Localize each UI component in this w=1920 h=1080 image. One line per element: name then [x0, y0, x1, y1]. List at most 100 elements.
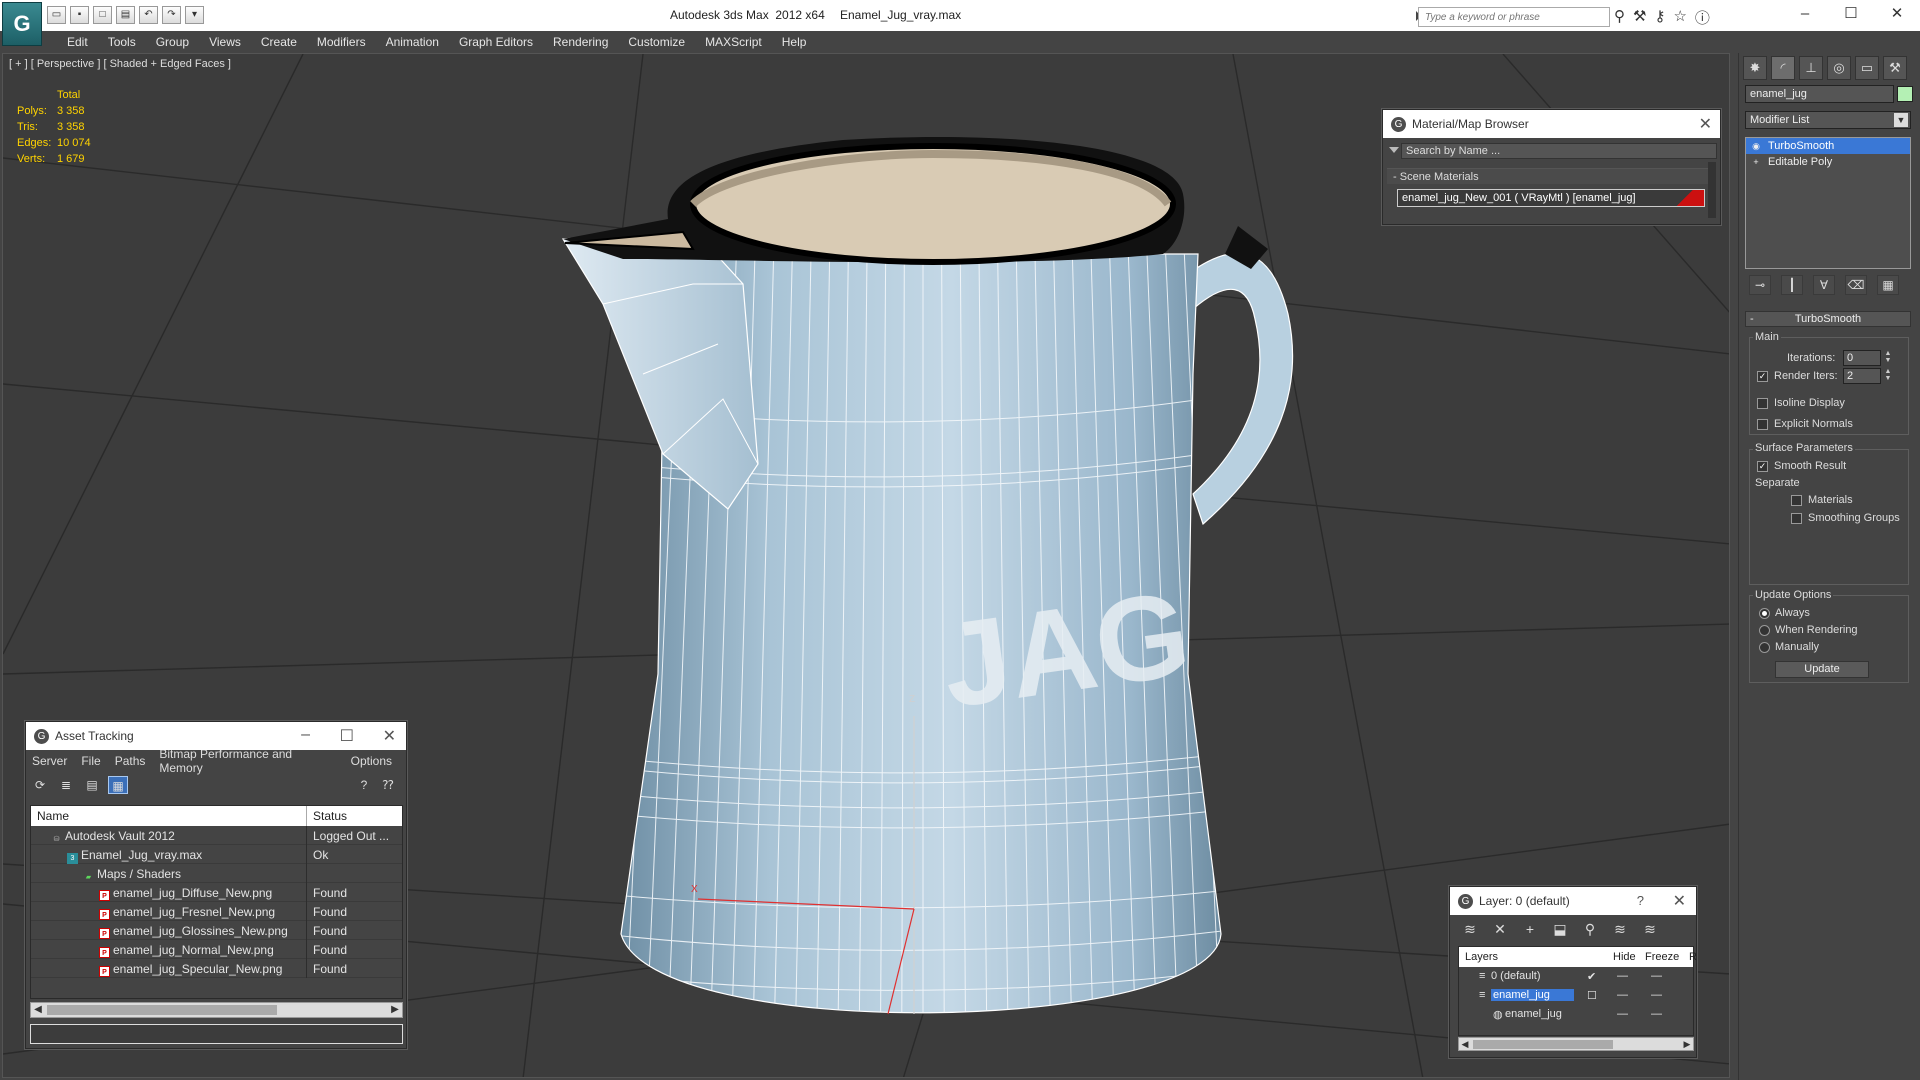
- help-icon[interactable]: ⓘ: [1695, 7, 1710, 28]
- stack-item-turbosmooth[interactable]: ◉ TurboSmooth: [1746, 138, 1910, 154]
- scrollbar-thumb[interactable]: [47, 1005, 277, 1015]
- stack-item-editable-poly[interactable]: + Editable Poly: [1746, 154, 1910, 170]
- menu-options[interactable]: Options: [351, 754, 392, 768]
- refresh-icon[interactable]: ⟳: [30, 776, 50, 794]
- undo-icon[interactable]: ↶: [139, 6, 158, 24]
- context-help-icon[interactable]: ⁇: [378, 776, 398, 794]
- separate-materials-checkbox[interactable]: [1791, 495, 1802, 506]
- select-objects-icon[interactable]: ⬓: [1550, 920, 1570, 938]
- freeze-all-icon[interactable]: ≋: [1640, 920, 1660, 938]
- update-button[interactable]: Update: [1775, 661, 1869, 678]
- menu-create[interactable]: Create: [251, 32, 307, 52]
- column-hide[interactable]: Hide: [1613, 951, 1636, 963]
- menu-rendering[interactable]: Rendering: [543, 32, 618, 52]
- table-view-icon[interactable]: ▦: [108, 776, 128, 794]
- add-to-layer-icon[interactable]: +: [1520, 920, 1540, 938]
- open-file-icon[interactable]: ▭: [47, 6, 66, 24]
- redo-icon[interactable]: ↷: [162, 6, 181, 24]
- motion-tab-icon[interactable]: ◎: [1827, 56, 1851, 80]
- menu-edit[interactable]: Edit: [57, 32, 98, 52]
- close-icon[interactable]: ✕: [1874, 0, 1920, 30]
- highlight-layer-icon[interactable]: ⚲: [1580, 920, 1600, 938]
- set-active-box-icon[interactable]: ☐: [1587, 989, 1597, 1002]
- menu-maxscript[interactable]: MAXScript: [695, 32, 772, 52]
- turbosmooth-rollout-header[interactable]: - TurboSmooth: [1745, 311, 1911, 327]
- expand-plus-icon[interactable]: +: [1751, 157, 1761, 167]
- iterations-spinner[interactable]: 0: [1843, 350, 1881, 366]
- keyword-search-input[interactable]: [1419, 8, 1609, 26]
- make-unique-icon[interactable]: ∀: [1813, 275, 1835, 295]
- layer-row[interactable]: ≡ 0 (default) ✔ — —: [1459, 967, 1693, 986]
- help-icon[interactable]: ?: [1637, 893, 1644, 908]
- menu-graph-editors[interactable]: Graph Editors: [449, 32, 543, 52]
- modifier-list-dropdown[interactable]: Modifier List ▼: [1745, 111, 1911, 129]
- maximize-icon[interactable]: ☐: [1828, 0, 1874, 30]
- help-icon[interactable]: ?: [354, 776, 374, 794]
- object-name-field[interactable]: enamel_jug: [1745, 85, 1894, 103]
- scene-materials-group[interactable]: - Scene Materials: [1387, 168, 1709, 184]
- menu-views[interactable]: Views: [199, 32, 251, 52]
- layer-object-row[interactable]: ◍ enamel_jug — —: [1459, 1005, 1693, 1024]
- delete-layer-icon[interactable]: ✕: [1490, 920, 1510, 938]
- column-name[interactable]: Name: [37, 809, 69, 823]
- when-rendering-radio[interactable]: [1759, 625, 1770, 636]
- tree-view-icon[interactable]: ▤: [82, 776, 102, 794]
- favorites-star-icon[interactable]: ☆: [1673, 7, 1686, 28]
- binoculars-icon[interactable]: ⚲: [1614, 7, 1625, 28]
- hierarchy-tab-icon[interactable]: ⊥: [1799, 56, 1823, 80]
- menu-customize[interactable]: Customize: [618, 32, 695, 52]
- material-browser-titlebar[interactable]: G Material/Map Browser ✕: [1383, 110, 1720, 138]
- maximize-icon[interactable]: ☐: [340, 726, 354, 746]
- render-iters-checkbox[interactable]: ✓: [1757, 371, 1768, 382]
- table-row[interactable]: Penamel_jug_Specular_New.png Found: [31, 959, 402, 978]
- menu-group[interactable]: Group: [146, 32, 199, 52]
- save-file-icon[interactable]: ▪: [70, 6, 89, 24]
- manually-radio[interactable]: [1759, 642, 1770, 653]
- freeze-toggle[interactable]: —: [1651, 989, 1662, 1001]
- pin-stack-icon[interactable]: ⊸: [1749, 275, 1771, 295]
- close-icon[interactable]: ✕: [383, 726, 396, 746]
- layer-horizontal-scrollbar[interactable]: ◀ ▶: [1458, 1037, 1694, 1051]
- table-row[interactable]: ⛁ Autodesk Vault 2012 Logged Out ...: [31, 826, 402, 845]
- spinner-arrows-icon[interactable]: ▲ ▼: [1883, 368, 1893, 384]
- close-icon[interactable]: ✕: [1699, 114, 1712, 134]
- communication-icon[interactable]: ⚷: [1654, 7, 1665, 28]
- create-tab-icon[interactable]: ✸: [1743, 56, 1767, 80]
- table-row[interactable]: Penamel_jug_Glossines_New.png Found: [31, 921, 402, 940]
- utilities-tab-icon[interactable]: ⚒: [1883, 56, 1907, 80]
- menu-tools[interactable]: Tools: [98, 32, 146, 52]
- menu-bitmap-performance[interactable]: Bitmap Performance and Memory: [159, 747, 336, 775]
- object-color-swatch[interactable]: [1897, 86, 1913, 102]
- material-search-field[interactable]: Search by Name ...: [1401, 143, 1717, 159]
- isoline-display-checkbox[interactable]: [1757, 398, 1768, 409]
- scroll-right-icon[interactable]: ▶: [1681, 1038, 1693, 1050]
- material-entry[interactable]: enamel_jug_New_001 ( VRayMtl ) [enamel_j…: [1397, 189, 1705, 207]
- modify-tab-icon[interactable]: ◜: [1771, 56, 1795, 80]
- column-status[interactable]: Status: [313, 809, 347, 823]
- asset-tracking-titlebar[interactable]: G Asset Tracking – ☐ ✕: [26, 722, 406, 750]
- viewport-label[interactable]: [ + ] [ Perspective ] [ Shaded + Edged F…: [9, 58, 231, 70]
- menu-modifiers[interactable]: Modifiers: [307, 32, 376, 52]
- configure-sets-icon[interactable]: ▦: [1877, 275, 1899, 295]
- show-end-result-icon[interactable]: ┃: [1781, 275, 1803, 295]
- remove-modifier-icon[interactable]: ⌫: [1845, 275, 1867, 295]
- table-row[interactable]: Penamel_jug_Diffuse_New.png Found: [31, 883, 402, 902]
- list-view-icon[interactable]: ≣: [56, 776, 76, 794]
- hide-toggle[interactable]: —: [1617, 989, 1628, 1001]
- asset-path-field[interactable]: [30, 1024, 403, 1044]
- close-icon[interactable]: ✕: [1673, 891, 1686, 911]
- menu-server[interactable]: Server: [32, 754, 67, 768]
- separate-smoothing-groups-checkbox[interactable]: [1791, 513, 1802, 524]
- material-browser-scrollbar[interactable]: [1708, 162, 1716, 218]
- hide-toggle[interactable]: —: [1617, 970, 1628, 982]
- menu-help[interactable]: Help: [772, 32, 817, 52]
- scroll-right-icon[interactable]: ▶: [388, 1003, 402, 1017]
- layer-manager-titlebar[interactable]: G Layer: 0 (default) ? ✕: [1450, 887, 1696, 915]
- explicit-normals-checkbox[interactable]: [1757, 419, 1768, 430]
- column-freeze[interactable]: Freeze: [1645, 951, 1679, 963]
- scroll-left-icon[interactable]: ◀: [31, 1003, 45, 1017]
- table-row[interactable]: Penamel_jug_Normal_New.png Found: [31, 940, 402, 959]
- always-radio[interactable]: [1759, 608, 1770, 619]
- menu-paths[interactable]: Paths: [115, 754, 146, 768]
- lightbulb-icon[interactable]: ◉: [1751, 141, 1761, 151]
